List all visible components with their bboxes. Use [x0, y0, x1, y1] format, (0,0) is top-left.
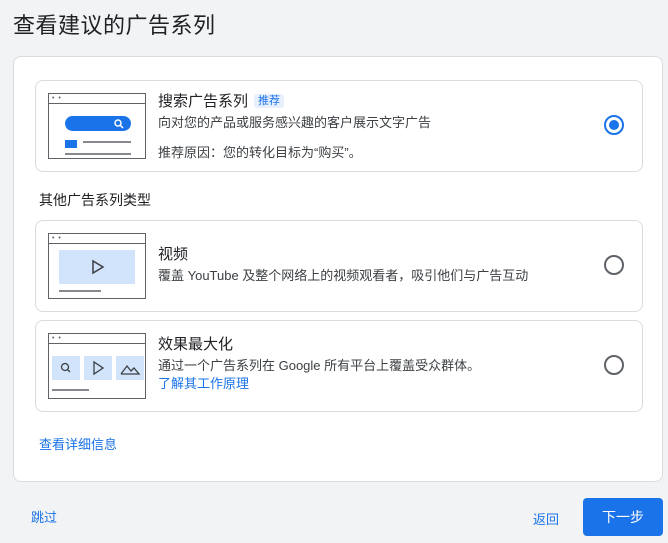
learn-how-it-works-link[interactable]: 了解其工作原理: [158, 375, 582, 393]
recommended-badge: 推荐: [254, 94, 285, 108]
search-campaign-title: 搜索广告系列: [158, 93, 249, 110]
video-illustration-icon: • •: [48, 233, 146, 299]
campaign-panel: • • 搜索广告系列 推荐 向对您的产品或服务感兴趣的客户展示文字广告 推荐原因：…: [13, 56, 663, 482]
back-link[interactable]: 返回: [533, 509, 559, 528]
pmax-campaign-radio[interactable]: [604, 355, 624, 375]
search-campaign-card[interactable]: • • 搜索广告系列 推荐 向对您的产品或服务感兴趣的客户展示文字广告 推荐原因：…: [35, 80, 643, 172]
recommendation-reason: 推荐原因：您的转化目标为“购买”。: [158, 145, 362, 160]
view-details-link[interactable]: 查看详细信息: [39, 434, 117, 453]
pmax-campaign-card[interactable]: • • 效果最大化 通过一个广告系列在 Google 所有平台上覆盖受众群体。 …: [35, 320, 643, 412]
pmax-campaign-description: 通过一个广告系列在 Google 所有平台上覆盖受众群体。: [158, 358, 481, 373]
pmax-campaign-title: 效果最大化: [158, 336, 234, 353]
skip-link[interactable]: 跳过: [31, 507, 57, 526]
search-campaign-radio[interactable]: [604, 115, 624, 135]
page-title: 查看建议的广告系列: [13, 13, 216, 38]
other-campaign-types-heading: 其他广告系列类型: [39, 192, 151, 208]
video-campaign-card[interactable]: • • 视频 覆盖 YouTube 及整个网络上的视频观看者，吸引他们与广告互动: [35, 220, 643, 312]
next-button[interactable]: 下一步: [583, 498, 663, 536]
search-campaign-description: 向对您的产品或服务感兴趣的客户展示文字广告: [158, 115, 432, 130]
pmax-illustration-icon: • •: [48, 333, 146, 399]
video-campaign-description: 覆盖 YouTube 及整个网络上的视频观看者，吸引他们与广告互动: [158, 268, 529, 283]
search-illustration-icon: • •: [48, 93, 146, 159]
video-campaign-title: 视频: [158, 246, 189, 263]
video-campaign-radio[interactable]: [604, 255, 624, 275]
